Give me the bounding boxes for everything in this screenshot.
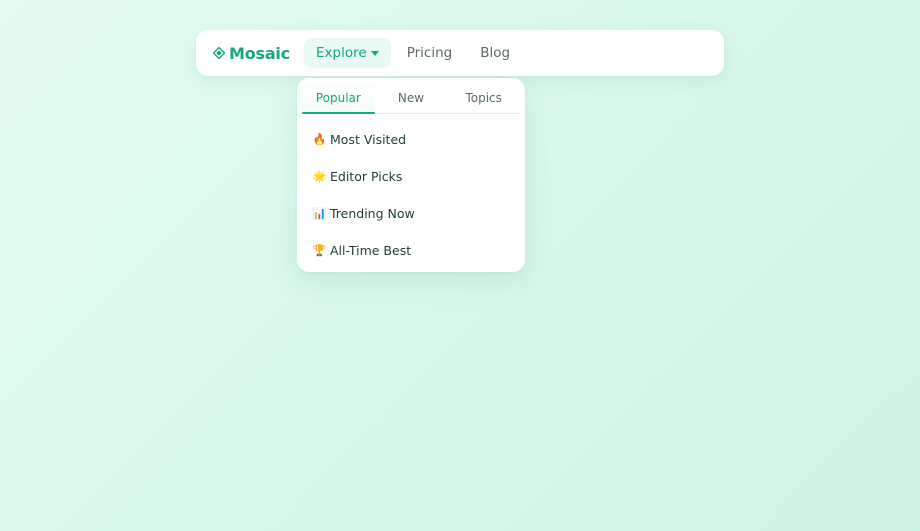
tab-new[interactable]: New [375,78,448,113]
menu-item-editor-picks[interactable]: 🌟 Editor Picks [297,158,525,195]
dropdown-menu: 🔥 Most Visited 🌟 Editor Picks 📊 Trending… [297,114,525,269]
explore-dropdown: Popular New Topics 🔥 Most Visited 🌟 Edit… [297,78,525,272]
tab-popular[interactable]: Popular [302,78,375,114]
menu-item-label: Trending Now [330,206,415,221]
fire-icon: 🔥 [312,133,327,146]
tab-topics[interactable]: Topics [447,78,520,113]
top-navbar: Mosaic Explore Pricing Blog [196,30,724,76]
brand-name: Mosaic [229,43,291,63]
trophy-icon: 🏆 [312,244,327,257]
bar-chart-icon: 📊 [312,207,327,220]
tab-topics-label: Topics [465,90,502,105]
brand-logo[interactable]: Mosaic [213,44,290,63]
menu-item-label: Editor Picks [330,169,403,184]
nav-item-pricing[interactable]: Pricing [393,38,467,68]
menu-item-all-time-best[interactable]: 🏆 All-Time Best [297,232,525,269]
tab-popular-label: Popular [315,90,361,105]
nav-item-blog-label: Blog [480,45,511,61]
star-icon: 🌟 [312,170,327,183]
dropdown-tabs: Popular New Topics [302,78,520,114]
diamond-icon [213,47,225,59]
nav-item-blog[interactable]: Blog [466,38,524,68]
menu-item-label: Most Visited [330,132,407,147]
nav-item-explore[interactable]: Explore [304,38,391,68]
menu-item-most-visited[interactable]: 🔥 Most Visited [297,121,525,158]
nav-item-explore-label: Explore [316,45,367,61]
menu-item-trending-now[interactable]: 📊 Trending Now [297,195,525,232]
nav-item-pricing-label: Pricing [406,45,453,61]
menu-item-label: All-Time Best [330,243,412,258]
tab-new-label: New [397,90,425,105]
caret-down-icon [370,51,379,56]
